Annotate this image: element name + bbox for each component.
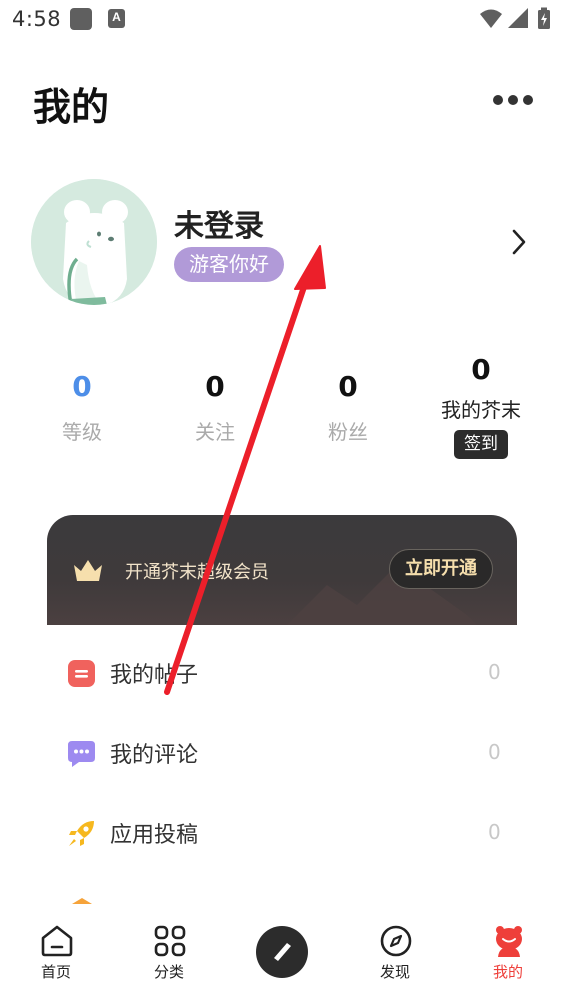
stat-label: 等级 — [62, 420, 102, 444]
bottom-tab-bar: 首页 分类 发现 我的 — [0, 904, 564, 1004]
menu-item-count: 0 — [488, 820, 501, 844]
stat-value: 0 — [471, 353, 491, 386]
stat-fans[interactable]: 0 粉丝 — [281, 350, 415, 445]
stat-label: 关注 — [195, 420, 235, 444]
page-title: 我的 — [33, 85, 110, 129]
post-icon — [68, 660, 95, 687]
menu-item-my-posts[interactable]: 我的帖子 0 — [0, 633, 564, 713]
sign-in-button[interactable]: 签到 — [454, 430, 508, 459]
tab-home[interactable]: 首页 — [0, 904, 112, 1004]
menu-item-app-submission[interactable]: 应用投稿 0 — [0, 793, 564, 873]
rocket-icon — [69, 821, 94, 846]
wifi-icon — [480, 9, 502, 28]
menu-item-label: 我的评论 — [110, 743, 199, 768]
tab-label: 发现 — [379, 963, 410, 981]
stat-level[interactable]: 0 等级 — [15, 350, 149, 445]
stat-label: 我的芥末 — [441, 398, 521, 422]
profile-card[interactable]: 未登录 游客你好 — [0, 176, 564, 310]
stat-mustard[interactable]: 0 我的芥末 签到 — [414, 350, 548, 459]
stat-value: 0 — [205, 370, 225, 403]
menu-item-count: 0 — [488, 660, 501, 684]
tab-label: 我的 — [492, 963, 523, 981]
category-grid-icon — [154, 925, 186, 957]
tab-label: 首页 — [40, 963, 71, 981]
status-bar: 4:58 A — [0, 0, 564, 40]
vip-text: 开通芥末超级会员 — [125, 562, 269, 583]
login-status: 未登录 — [174, 209, 264, 244]
status-time: 4:58 — [12, 7, 62, 31]
keyboard-a-icon: A — [108, 9, 125, 28]
activate-vip-button[interactable]: 立即开通 — [389, 549, 493, 589]
vip-banner[interactable]: 开通芥末超级会员 立即开通 — [47, 515, 517, 625]
mine-mascot-icon — [496, 926, 522, 957]
tab-label: 分类 — [153, 963, 184, 981]
menu-item-count: 0 — [488, 740, 501, 764]
more-dots-icon[interactable] — [490, 88, 536, 112]
home-icon — [41, 925, 73, 957]
tab-mine[interactable]: 我的 — [452, 904, 564, 1004]
menu-item-my-comments[interactable]: 我的评论 0 — [0, 713, 564, 793]
status-icons — [478, 6, 554, 32]
stats-row: 0 等级 0 关注 0 粉丝 0 我的芥末 签到 — [0, 350, 564, 470]
stat-value: 0 — [72, 370, 92, 403]
signal-icon — [508, 8, 528, 28]
crown-icon — [74, 560, 102, 581]
tab-category[interactable]: 分类 — [113, 904, 225, 1004]
app-square-icon — [70, 8, 92, 30]
guest-badge: 游客你好 — [174, 247, 284, 282]
stat-label: 粉丝 — [328, 420, 368, 444]
menu-item-label: 我的帖子 — [110, 663, 199, 688]
stat-following[interactable]: 0 关注 — [148, 350, 282, 445]
menu-item-label: 应用投稿 — [110, 823, 199, 848]
chevron-right-icon — [512, 229, 526, 255]
compose-pen-icon — [274, 943, 291, 961]
bear-avatar-icon — [31, 179, 157, 305]
stat-value: 0 — [338, 370, 358, 403]
compose-button[interactable] — [256, 926, 308, 978]
battery-charging-icon — [538, 7, 550, 29]
compass-icon — [380, 925, 412, 957]
comment-icon — [68, 741, 95, 767]
tab-discover[interactable]: 发现 — [339, 904, 451, 1004]
